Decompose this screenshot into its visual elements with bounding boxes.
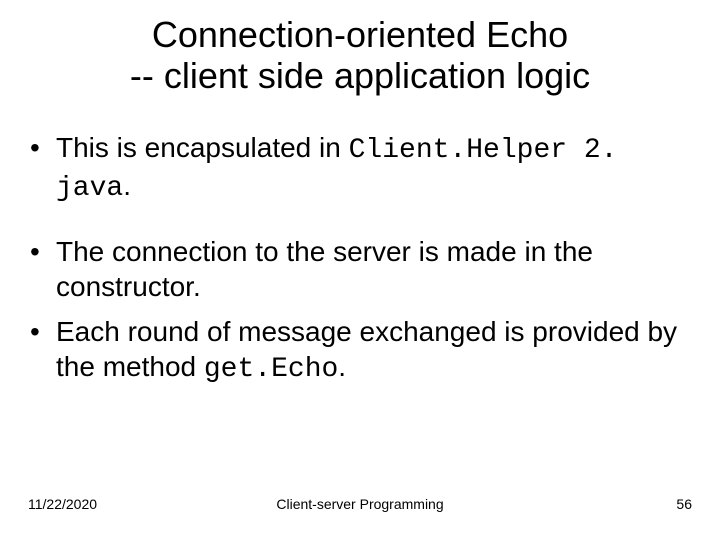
- slide-title: Connection-oriented Echo -- client side …: [0, 14, 720, 97]
- footer-date: 11/22/2020: [28, 496, 97, 512]
- bullet-list-2: The connection to the server is made in …: [28, 234, 680, 387]
- spacer: [28, 216, 680, 234]
- title-line-1: Connection-oriented Echo: [152, 14, 568, 55]
- footer-center: Client-server Programming: [276, 496, 443, 512]
- bullet-item-3: Each round of message exchanged is provi…: [28, 314, 680, 387]
- slide: Connection-oriented Echo -- client side …: [0, 0, 720, 540]
- bullet-list: This is encapsulated in Client.Helper 2.…: [28, 130, 680, 206]
- bullet-1-post: .: [123, 170, 131, 201]
- bullet-3-post: .: [338, 351, 346, 382]
- bullet-item-1: This is encapsulated in Client.Helper 2.…: [28, 130, 680, 206]
- footer-page-number: 56: [676, 496, 692, 512]
- slide-body: This is encapsulated in Client.Helper 2.…: [28, 130, 680, 397]
- bullet-2-text: The connection to the server is made in …: [56, 236, 593, 302]
- bullet-3-code: get.Echo: [204, 354, 338, 385]
- title-line-2: -- client side application logic: [130, 55, 590, 96]
- bullet-1-text: This is encapsulated in: [56, 132, 349, 163]
- bullet-item-2: The connection to the server is made in …: [28, 234, 680, 304]
- bullet-3-text: Each round of message exchanged is provi…: [56, 316, 677, 382]
